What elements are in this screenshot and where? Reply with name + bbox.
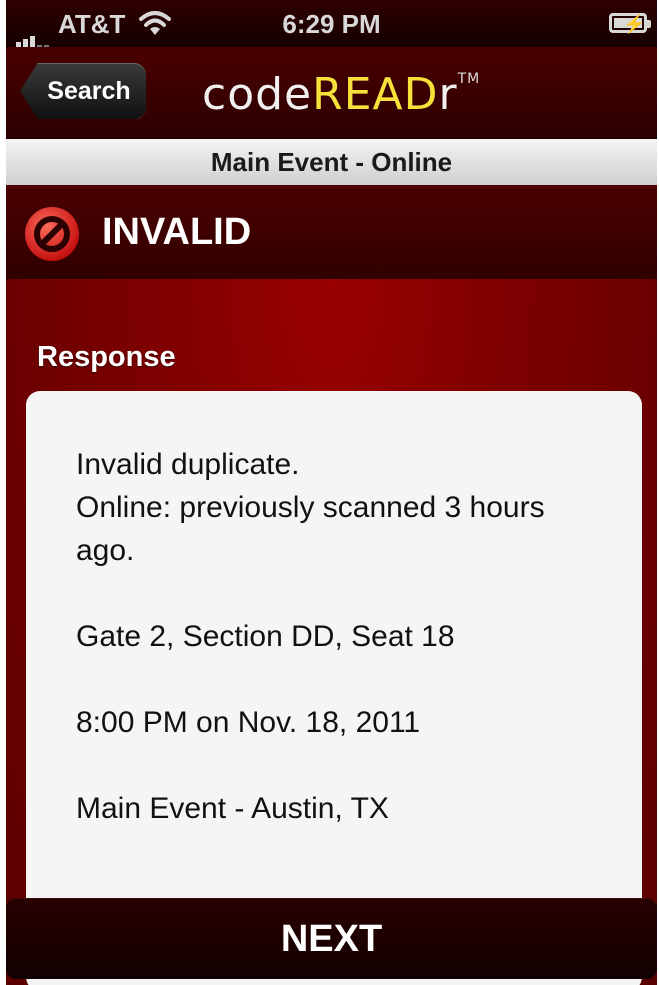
main-content: Response Invalid duplicate. Online: prev… <box>6 279 657 985</box>
result-header: INVALID <box>6 185 657 279</box>
navigation-bar: Search codeREADrTM <box>6 47 657 139</box>
event-location: Main Event - Austin, TX <box>76 792 389 825</box>
logo-read: READ <box>312 69 439 120</box>
back-button[interactable]: Search <box>20 63 146 119</box>
battery-charging-icon: ⚡ <box>609 13 651 34</box>
no-entry-icon <box>25 207 79 261</box>
next-button[interactable]: NEXT <box>6 898 657 979</box>
logo-trademark: TM <box>457 71 481 87</box>
event-subtitle: Main Event - Online <box>6 139 657 185</box>
response-heading: Response <box>37 341 176 373</box>
logo-code: code <box>202 69 313 120</box>
status-bar: AT&T 6:29 PM ⚡ <box>6 0 657 48</box>
result-title: INVALID <box>102 211 252 253</box>
app-logo: codeREADrTM <box>202 69 480 120</box>
seat-info: Gate 2, Section DD, Seat 18 <box>76 620 455 653</box>
event-datetime: 8:00 PM on Nov. 18, 2011 <box>76 706 421 739</box>
logo-r: r <box>438 69 458 120</box>
app-screen: AT&T 6:29 PM ⚡ Search codeREADrTM Main E… <box>6 0 657 985</box>
response-line-1: Invalid duplicate. <box>76 448 300 481</box>
clock: 6:29 PM <box>282 9 381 39</box>
response-card: Invalid duplicate. Online: previously sc… <box>26 391 642 985</box>
response-line-2: Online: previously scanned 3 hours ago. <box>76 491 545 567</box>
